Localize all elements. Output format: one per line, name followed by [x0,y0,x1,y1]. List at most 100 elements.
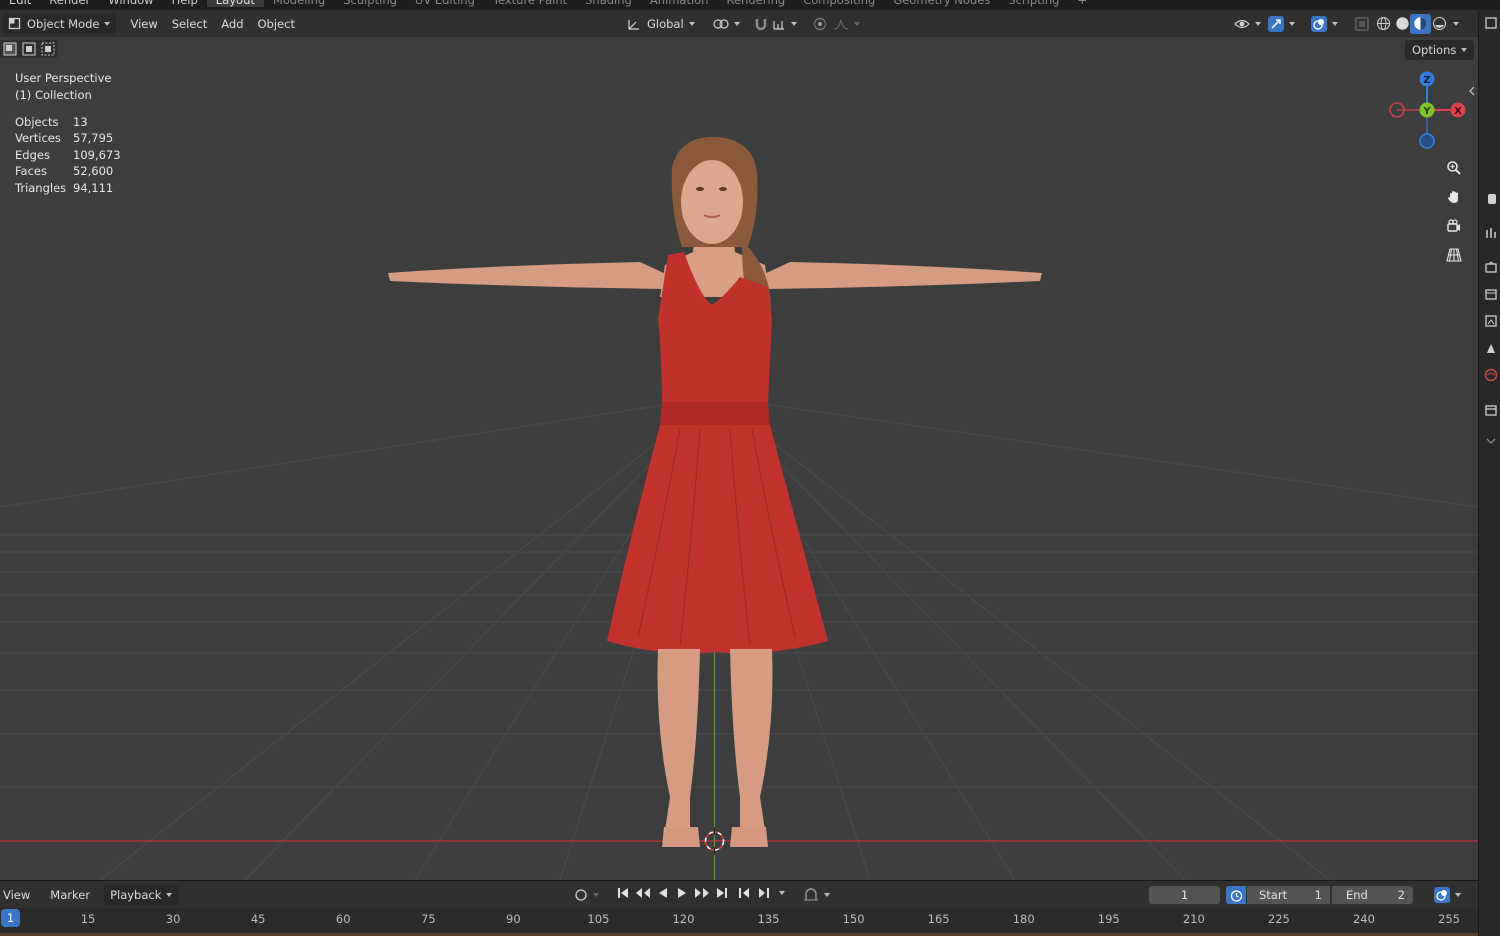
stats-table: Objects 13 Vertices 57,795 Edges 109,673 Faces… [15,114,121,197]
workspace-tab-layout[interactable]: Layout [206,0,264,7]
outliner-icon[interactable] [1484,16,1498,30]
stat-label: Objects [15,114,59,129]
workspace-tab-compositing[interactable]: Compositing [794,0,884,7]
wrench-tool-icon[interactable] [1484,226,1498,240]
current-frame-field[interactable]: 1 [1149,885,1220,904]
pivot-point-button[interactable] [707,14,746,34]
navigation-gizmo[interactable]: Z X Y [1389,71,1466,149]
play-icon[interactable] [675,886,689,900]
top-menu-render[interactable]: Render [40,0,99,7]
select-subtract-icon[interactable] [41,42,55,56]
preview-range-toggle[interactable] [1226,886,1246,904]
keying-icon [804,887,818,900]
mode-selector[interactable]: Object Mode [2,13,117,34]
next-keyframe-icon[interactable] [757,886,771,900]
jump-keyframe-forward-icon[interactable] [694,886,710,900]
menu-add[interactable]: Add [215,14,249,34]
workspace-tab-geometry-nodes[interactable]: Geometry Nodes [884,0,999,7]
menu-select[interactable]: Select [166,14,213,34]
snap-toggle[interactable] [748,14,803,34]
top-menu-help[interactable]: Help [163,0,207,7]
chevron-down-icon [1332,21,1338,26]
end-frame-field[interactable]: End 2 [1332,886,1413,904]
stat-value: 57,795 [73,131,114,146]
top-menu-edit[interactable]: Edit [0,0,40,7]
timeline-overlays-toggle[interactable] [1428,885,1467,905]
start-frame-field[interactable]: Start 1 [1247,886,1330,904]
stat-label: Edges [15,147,50,162]
options-label: Options [1412,43,1457,57]
perspective-toggle-button[interactable] [1442,243,1466,267]
chevron-down-icon [688,21,695,26]
timeline-menu-marker[interactable]: Marker [44,885,96,905]
ruler-tick: 195 [1097,912,1120,926]
play-reverse-icon[interactable] [656,886,670,900]
timeline-menu-view[interactable]: View [0,885,36,905]
workspace-tab-scripting[interactable]: Scripting [999,0,1068,7]
timeline-ruler[interactable]: 15 30 45 60 75 90 105 120 135 150 165 180 195 210 225 2… [0,908,1478,936]
gizmo-z-label: Z [1423,75,1430,86]
keying-set-button[interactable] [797,885,836,905]
output-icon[interactable] [1484,287,1498,301]
workspace-tab--[interactable]: + [1068,0,1096,7]
shading-rendered[interactable] [1429,14,1450,34]
jump-start-icon[interactable] [616,886,630,900]
playhead[interactable]: 1 [1,909,20,927]
chevron-down-icon[interactable] [779,891,785,895]
tool-icon[interactable] [1484,192,1498,206]
pivot-icon [713,18,729,29]
collection-icon[interactable] [1484,403,1498,417]
select-new-icon[interactable] [3,42,17,56]
ruler-tick: 105 [587,912,610,926]
shading-wireframe[interactable] [1373,14,1394,34]
render-icon[interactable] [1484,260,1498,274]
proportional-icon [813,17,826,30]
xray-toggle[interactable] [1349,14,1375,34]
shading-material[interactable] [1410,13,1431,34]
top-menu-window[interactable]: Window [99,0,162,7]
scene-icon[interactable] [1484,341,1498,355]
gizmo-y-label: Y [1422,106,1431,117]
head [681,160,743,244]
shading-options-button[interactable] [1449,14,1463,34]
chevron-down-icon [104,21,111,26]
gizmo-toggle[interactable] [1262,14,1301,34]
gizmo-neg-z[interactable] [1419,133,1435,149]
workspace-tab-rendering[interactable]: Rendering [717,0,794,7]
jump-end-icon[interactable] [715,886,729,900]
sidebar-toggle-icon[interactable] [1469,86,1475,96]
chevron-down-icon[interactable] [1484,434,1498,448]
workspace-tab-animation[interactable]: Animation [641,0,718,7]
pan-button[interactable] [1442,185,1466,209]
proportional-editing-button[interactable] [807,14,866,34]
falloff-icon [833,19,848,30]
workspace-tab-modeling[interactable]: Modeling [264,0,334,7]
3d-viewport[interactable]: Z X Y User Perspective (1) Collection Ob… [0,37,1478,880]
options-button[interactable]: Options [1405,40,1475,60]
select-extend-icon[interactable] [22,42,36,56]
playback-controls [616,886,729,900]
menu-view[interactable]: View [124,14,163,34]
playback-menu[interactable]: Playback [104,884,179,905]
jump-keyframe-back-icon[interactable] [635,886,651,900]
overlays-toggle[interactable] [1305,14,1344,34]
camera-view-button[interactable] [1442,214,1466,238]
playhead-frame: 1 [6,911,15,925]
chevron-down-icon [1289,21,1295,26]
workspace-tab-sculpting[interactable]: Sculpting [334,0,406,7]
gizmo-x-label: X [1454,106,1462,117]
ruler-tick: 45 [250,912,266,926]
transform-orientation[interactable]: Global [621,14,701,34]
prev-keyframe-icon[interactable] [737,886,751,900]
playback-label: Playback [110,887,162,902]
chevron-down-icon [790,21,797,26]
menu-object[interactable]: Object [252,14,301,34]
workspace-tab-shading[interactable]: Shading [576,0,641,7]
view-layer-icon[interactable] [1484,314,1498,328]
overlays-icon [1311,15,1327,32]
auto-keying-toggle[interactable] [568,885,605,905]
workspace-tab-uv-editing[interactable]: UV Editing [406,0,484,7]
zoom-button[interactable] [1442,156,1466,180]
world-icon[interactable] [1484,368,1498,382]
workspace-tab-texture-paint[interactable]: Texture Paint [484,0,576,7]
